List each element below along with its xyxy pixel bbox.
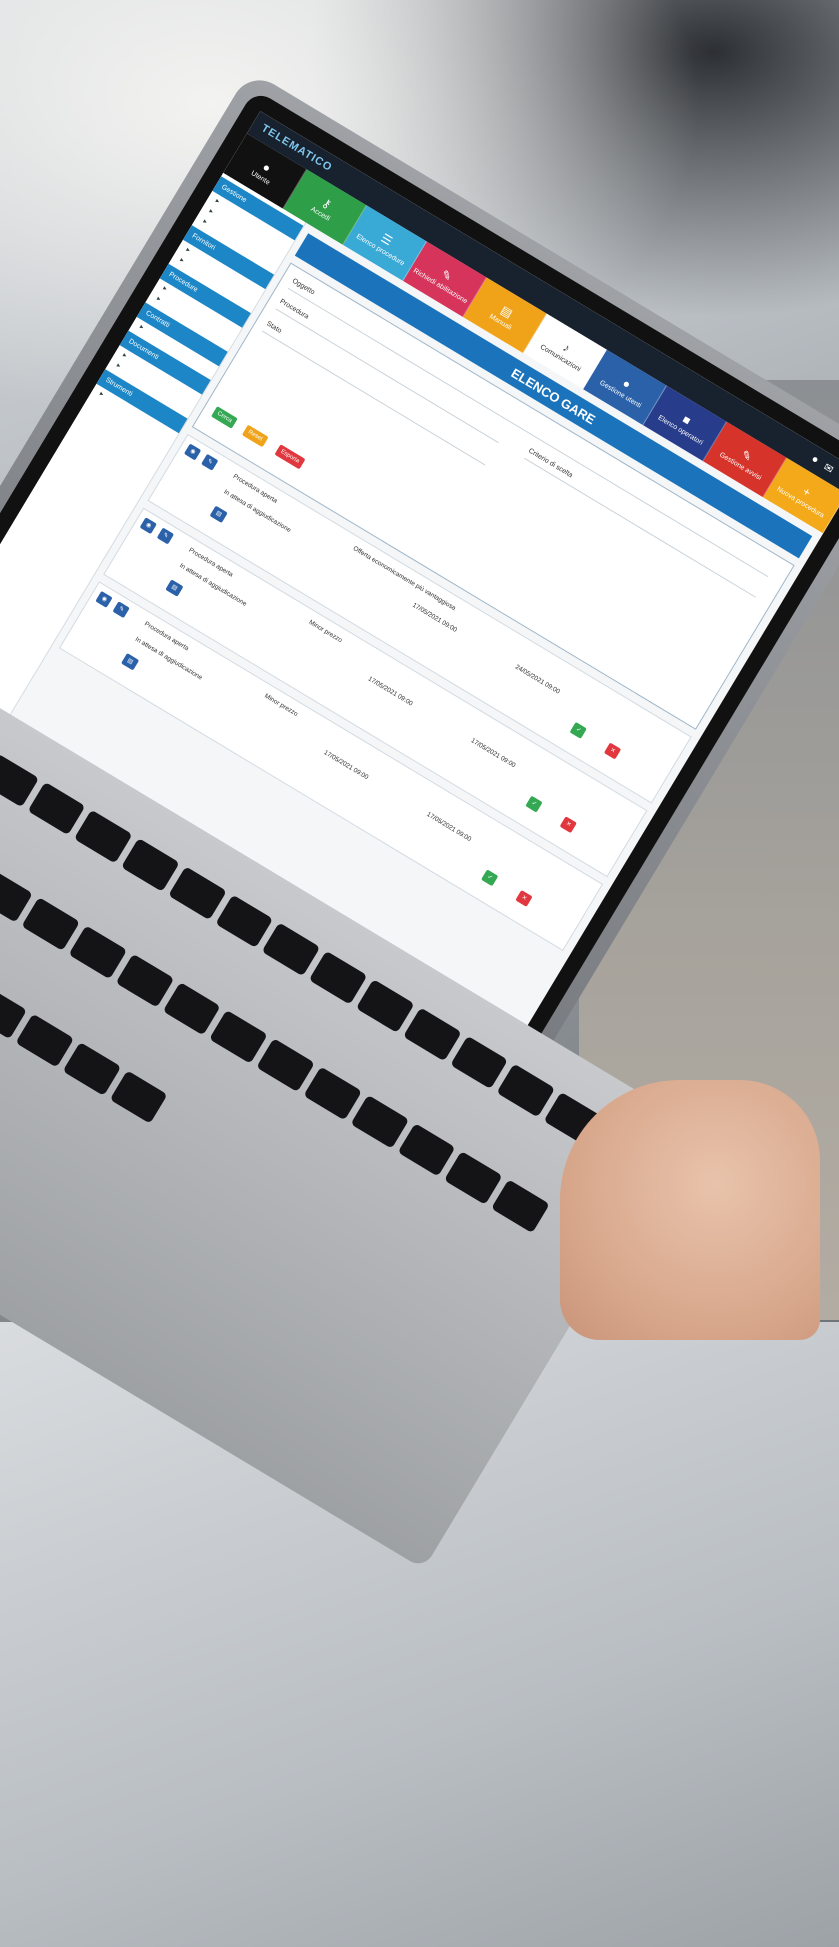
users-icon: ● xyxy=(620,375,634,392)
pencil-icon: ✎ xyxy=(739,446,755,465)
opening: 24/05/2021 09:00 xyxy=(513,663,561,696)
ok-button[interactable]: ✓ xyxy=(525,795,543,813)
ok-button[interactable]: ✓ xyxy=(481,869,499,887)
state: In attesa di aggiudicazione xyxy=(222,488,293,535)
key[interactable] xyxy=(162,982,221,1036)
briefcase-icon: ■ xyxy=(680,411,694,428)
view-icon[interactable]: ◉ xyxy=(95,590,113,609)
plus-icon: + xyxy=(800,483,814,500)
key[interactable] xyxy=(496,1063,556,1118)
search-button[interactable]: Cerca xyxy=(211,406,238,429)
key[interactable] xyxy=(21,897,80,952)
key[interactable] xyxy=(308,950,368,1005)
criteria-select[interactable] xyxy=(523,457,756,598)
edit-icon[interactable]: ✎ xyxy=(156,527,175,545)
key[interactable] xyxy=(303,1066,362,1121)
key[interactable] xyxy=(121,838,180,892)
deadline: 17/05/2021 09:00 xyxy=(366,675,414,708)
delete-button[interactable]: ✕ xyxy=(515,889,533,907)
ok-button[interactable]: ✓ xyxy=(569,721,587,739)
deadline: 17/05/2021 09:00 xyxy=(322,749,370,782)
key[interactable] xyxy=(444,1151,503,1206)
edit-icon[interactable]: ✎ xyxy=(201,453,219,471)
key[interactable] xyxy=(402,1007,462,1062)
view-icon[interactable]: ◉ xyxy=(183,443,202,461)
key[interactable] xyxy=(397,1123,456,1178)
user-icon[interactable]: ● xyxy=(809,452,821,467)
opening: 17/05/2021 09:00 xyxy=(469,737,517,770)
hand xyxy=(560,1080,820,1340)
criterion: Minor prezzo xyxy=(263,692,299,718)
state: In attesa di aggiudicazione xyxy=(133,635,204,682)
export-button[interactable]: Esporta xyxy=(274,444,306,470)
edit-icon[interactable]: ✎ xyxy=(112,601,130,619)
bell-icon: ♪ xyxy=(560,339,574,355)
details-button[interactable]: ▤ xyxy=(121,653,139,671)
key[interactable] xyxy=(449,1035,509,1090)
key[interactable] xyxy=(109,1069,169,1124)
mail-icon[interactable]: ✉ xyxy=(821,460,836,476)
key[interactable] xyxy=(262,922,321,977)
state-label: Stato xyxy=(265,320,283,335)
key[interactable] xyxy=(491,1179,550,1234)
object-label: Oggetto xyxy=(290,277,316,297)
procedure-label: Procedura xyxy=(278,298,310,321)
key[interactable] xyxy=(168,866,227,921)
key[interactable] xyxy=(256,1038,315,1093)
key-icon: ⚷ xyxy=(319,194,335,212)
criterion: Minor prezzo xyxy=(307,618,344,645)
state: In attesa di aggiudicazione xyxy=(178,562,248,608)
reset-button[interactable]: Reset xyxy=(241,424,269,448)
key[interactable] xyxy=(62,1041,122,1096)
state-select[interactable] xyxy=(262,330,486,466)
key[interactable] xyxy=(350,1095,409,1149)
view-icon[interactable]: ◉ xyxy=(139,517,158,535)
key[interactable] xyxy=(0,753,39,808)
delete-button[interactable]: ✕ xyxy=(559,816,577,834)
key[interactable] xyxy=(209,1010,268,1065)
details-button[interactable]: ▤ xyxy=(165,579,184,597)
key[interactable] xyxy=(68,925,127,980)
key[interactable] xyxy=(15,1013,75,1068)
delete-button[interactable]: ✕ xyxy=(603,742,622,760)
key[interactable] xyxy=(355,979,415,1033)
key[interactable] xyxy=(74,809,133,864)
details-button[interactable]: ▤ xyxy=(209,505,228,523)
edit-icon: ✎ xyxy=(439,266,455,284)
key[interactable] xyxy=(215,894,274,949)
user-icon: ● xyxy=(260,159,274,175)
key[interactable] xyxy=(27,781,86,836)
opening: 17/05/2021 09:00 xyxy=(425,810,473,844)
key[interactable] xyxy=(115,953,174,1008)
